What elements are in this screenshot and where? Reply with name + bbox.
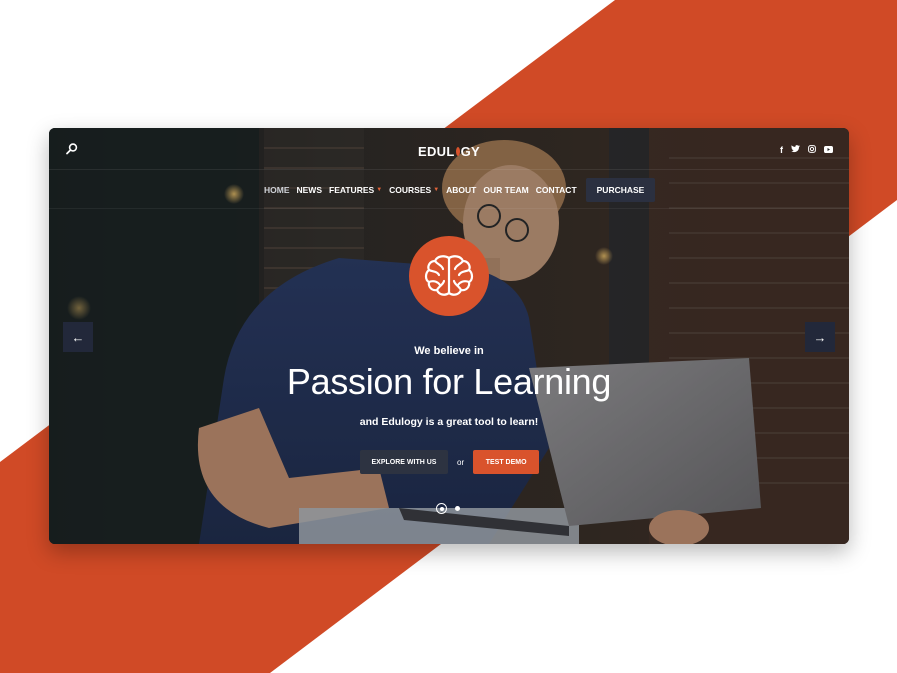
nav-item-features[interactable]: FEATURES ▼ [329, 185, 382, 195]
arrow-right-icon: → [813, 329, 827, 345]
brain-badge [409, 236, 489, 316]
nav-label-about: ABOUT [446, 185, 477, 195]
social-links: f [780, 145, 833, 155]
brain-icon [424, 255, 474, 296]
twitter-icon[interactable] [791, 145, 800, 155]
slider-pagination [436, 503, 460, 514]
nav-item-news[interactable]: NEWS [297, 185, 323, 195]
nav-label-our-team: OUR TEAM [483, 185, 529, 195]
logo-text-left: EDUL [418, 143, 455, 159]
header-divider [49, 169, 849, 170]
slider-dot[interactable] [455, 506, 460, 511]
chevron-down-icon: ▼ [376, 187, 383, 193]
nav-divider [49, 208, 849, 209]
website-screenshot-frame: EDUL GY f HOME NEWS FEATURES ▼ COURSES ▼ A… [49, 128, 849, 544]
nav-label-news: NEWS [296, 185, 323, 195]
nav-item-contact[interactable]: CONTACT [536, 185, 577, 195]
search-icon[interactable] [65, 142, 79, 156]
purchase-button[interactable]: PURCHASE [585, 178, 656, 202]
site-logo[interactable]: EDUL GY [418, 143, 480, 159]
hero-tagline: We believe in [414, 345, 484, 357]
chevron-down-icon: ▼ [433, 187, 440, 193]
hero-cta-row: EXPLORE WITH US or TEST DEMO [360, 450, 540, 474]
cta-or-text: or [457, 457, 465, 467]
test-demo-button[interactable]: TEST DEMO [473, 450, 540, 474]
nav-item-about[interactable]: ABOUT [446, 185, 476, 195]
arrow-left-icon: ← [71, 329, 85, 345]
nav-label-contact: CONTACT [535, 185, 577, 195]
facebook-icon[interactable]: f [780, 145, 783, 155]
hero-headline: Passion for Learning [286, 361, 612, 402]
slider-next-button[interactable]: → [805, 322, 835, 352]
nav-label-features: FEATURES [329, 185, 375, 195]
youtube-icon[interactable] [824, 145, 833, 155]
logo-dot-icon [455, 146, 460, 156]
nav-label-courses: COURSES [389, 185, 432, 195]
nav-item-our-team[interactable]: OUR TEAM [483, 185, 528, 195]
nav-item-home[interactable]: HOME [264, 185, 290, 195]
slider-dot-active[interactable] [436, 503, 447, 514]
slider-prev-button[interactable]: ← [63, 322, 93, 352]
main-nav: HOME NEWS FEATURES ▼ COURSES ▼ ABOUT OUR T… [264, 178, 656, 202]
explore-button[interactable]: EXPLORE WITH US [360, 450, 448, 474]
hero-subline: and Edulogy is a great tool to learn! [359, 416, 539, 428]
nav-item-courses[interactable]: COURSES ▼ [389, 185, 439, 195]
instagram-icon[interactable] [808, 145, 816, 155]
nav-label-home: HOME [264, 185, 290, 195]
logo-text-right: GY [460, 143, 480, 159]
